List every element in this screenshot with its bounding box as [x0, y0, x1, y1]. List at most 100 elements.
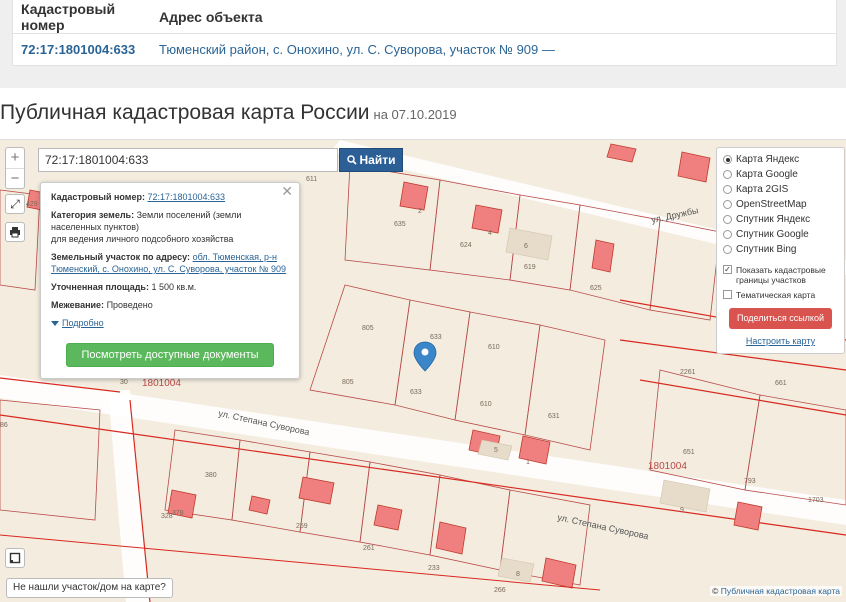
popup-use-value: для ведения личного подсобного хозяйства: [51, 234, 234, 244]
layer-switcher: Карта Яндекс Карта Google Карта 2GIS Ope…: [716, 147, 845, 354]
page-title: Публичная кадастровая карта России на 07.…: [0, 101, 457, 125]
layer-option[interactable]: Спутник Bing: [723, 242, 838, 257]
popup-number-label: Кадастровый номер:: [51, 192, 145, 202]
plot-label: 635: [394, 221, 406, 228]
thematic-map-option[interactable]: Тематическая карта: [723, 290, 838, 300]
radio-icon[interactable]: [723, 215, 732, 224]
table-row[interactable]: 72:17:1801004:633 Тюменский район, с. Он…: [13, 34, 836, 65]
plot-label: 259: [296, 523, 308, 530]
attribution-link[interactable]: Публичная кадастровая карта: [721, 586, 840, 596]
search-button[interactable]: Найти: [339, 148, 403, 172]
search-button-label: Найти: [359, 153, 396, 167]
zoom-in-button[interactable]: +: [6, 148, 24, 168]
layer-option[interactable]: OpenStreetMap: [723, 197, 838, 212]
col-object-address: Адрес объекта: [159, 8, 263, 25]
plot-label: 30: [120, 379, 128, 386]
layer-option-label: Карта Яндекс: [736, 154, 800, 165]
layer-option-label: OpenStreetMap: [736, 199, 807, 210]
radio-icon[interactable]: [723, 230, 732, 239]
popup-area-label: Уточненная площадь:: [51, 282, 149, 292]
layer-option[interactable]: Карта Google: [723, 167, 838, 182]
layer-option-label: Спутник Яндекс: [736, 214, 811, 225]
plot-label: 610: [480, 401, 492, 408]
parcel-info-popup: ✕ Кадастровый номер: 72:17:1801004:633 К…: [40, 182, 300, 379]
popup-address-field: Земельный участок по адресу: обл. Тюменс…: [51, 251, 289, 275]
radio-icon[interactable]: [723, 185, 732, 194]
popup-area-field: Уточненная площадь: 1 500 кв.м.: [51, 281, 289, 293]
result-address-link[interactable]: Тюменский район, с. Онохино, ул. С. Суво…: [159, 42, 555, 57]
popup-category-field: Категория земель: Земли поселений (земли…: [51, 209, 289, 245]
show-borders-label: Показать кадастровые границы участков: [736, 265, 826, 285]
share-link-button[interactable]: Поделиться ссылкой: [729, 308, 832, 329]
plot-label: 8: [516, 571, 520, 578]
map-attribution[interactable]: © Публичная кадастровая карта: [710, 586, 842, 596]
results-header: Кадастровый номер Адрес объекта: [13, 0, 836, 34]
zoom-out-button[interactable]: −: [6, 168, 24, 188]
plot-label: 619: [524, 264, 536, 271]
popup-number-link[interactable]: 72:17:1801004:633: [147, 192, 225, 202]
plot-label: 5: [494, 447, 498, 454]
radio-icon[interactable]: [723, 200, 732, 209]
plot-label: 6: [524, 243, 528, 250]
close-icon[interactable]: ✕: [281, 184, 293, 198]
page-title-date: на 07.10.2019: [373, 107, 457, 122]
layer-option[interactable]: Спутник Яндекс: [723, 212, 838, 227]
layer-option[interactable]: Спутник Google: [723, 227, 838, 242]
col-cadastral-number: Кадастровый номер: [21, 0, 116, 33]
street-label-suvorova-2: ул. Степана Суворова: [557, 512, 650, 541]
checkbox-icon[interactable]: [723, 290, 732, 299]
plot-label: 611: [306, 176, 317, 183]
show-borders-option[interactable]: ✓ Показать кадастровые границы участков: [723, 265, 838, 285]
results-band: Кадастровый номер Адрес объекта 72:17:18…: [0, 0, 846, 88]
layer-option-label: Карта 2GIS: [736, 184, 789, 195]
plot-label: 2: [418, 208, 422, 215]
fullscreen-icon: ⤢: [10, 197, 20, 211]
radio-icon[interactable]: [723, 245, 732, 254]
plot-label: 805: [362, 325, 374, 332]
popup-details-label: Подробно: [62, 318, 104, 328]
attribution-prefix: ©: [712, 586, 719, 596]
page-title-main: Публичная кадастровая карта России: [0, 101, 370, 124]
print-button[interactable]: [5, 222, 25, 242]
plot-label: 2261: [680, 369, 696, 376]
popup-category-label: Категория земель:: [51, 210, 135, 220]
results-table: Кадастровый номер Адрес объекта 72:17:18…: [12, 0, 837, 66]
plot-label: 805: [342, 379, 354, 386]
layer-option[interactable]: Карта 2GIS: [723, 182, 838, 197]
popup-boundary-field: Межевание: Проведено: [51, 299, 289, 311]
search-icon: [346, 155, 357, 165]
layer-option[interactable]: Карта Яндекс: [723, 152, 838, 167]
plot-label: 631: [548, 413, 560, 420]
quarter-label: 1801004: [142, 378, 181, 389]
select-area-button[interactable]: [5, 548, 25, 568]
radio-selected-icon[interactable]: [723, 155, 732, 164]
view-documents-button[interactable]: Посмотреть доступные документы: [66, 343, 274, 367]
plot-label: 233: [428, 565, 440, 572]
plot-label: 9: [680, 507, 684, 514]
plot-label: 1703: [808, 497, 824, 504]
layer-option-label: Спутник Bing: [736, 244, 797, 255]
popup-number-field: Кадастровый номер: 72:17:1801004:633: [51, 191, 289, 203]
fullscreen-button[interactable]: ⤢: [5, 194, 25, 214]
plot-label: 86: [0, 422, 8, 429]
plot-label: 266: [494, 587, 506, 594]
radio-icon[interactable]: [723, 170, 732, 179]
plot-label: 380: [205, 472, 217, 479]
plot-label: 651: [683, 449, 695, 456]
popup-area-value: 1 500 кв.м.: [151, 282, 197, 292]
result-cadastral-number-link[interactable]: 72:17:1801004:633: [13, 42, 159, 57]
configure-map-link[interactable]: Настроить карту: [723, 336, 838, 346]
cadastral-map[interactable]: ул. Дружбы ул. Степана Суворова ул. Степ…: [0, 139, 846, 602]
plot-label: 261: [363, 545, 375, 552]
plot-label: 661: [775, 380, 787, 387]
checkbox-checked-icon[interactable]: ✓: [723, 265, 732, 274]
not-found-button[interactable]: Не нашли участок/дом на карте?: [6, 578, 173, 598]
layer-option-label: Спутник Google: [736, 229, 809, 240]
chevron-down-icon: [51, 320, 59, 326]
cadastral-search-input[interactable]: [38, 148, 338, 172]
plot-label: 624: [460, 242, 472, 249]
select-area-icon: [9, 552, 21, 564]
popup-details-toggle[interactable]: Подробно: [51, 317, 289, 329]
plot-label: 4: [488, 230, 492, 237]
plot-label: 610: [488, 344, 500, 351]
